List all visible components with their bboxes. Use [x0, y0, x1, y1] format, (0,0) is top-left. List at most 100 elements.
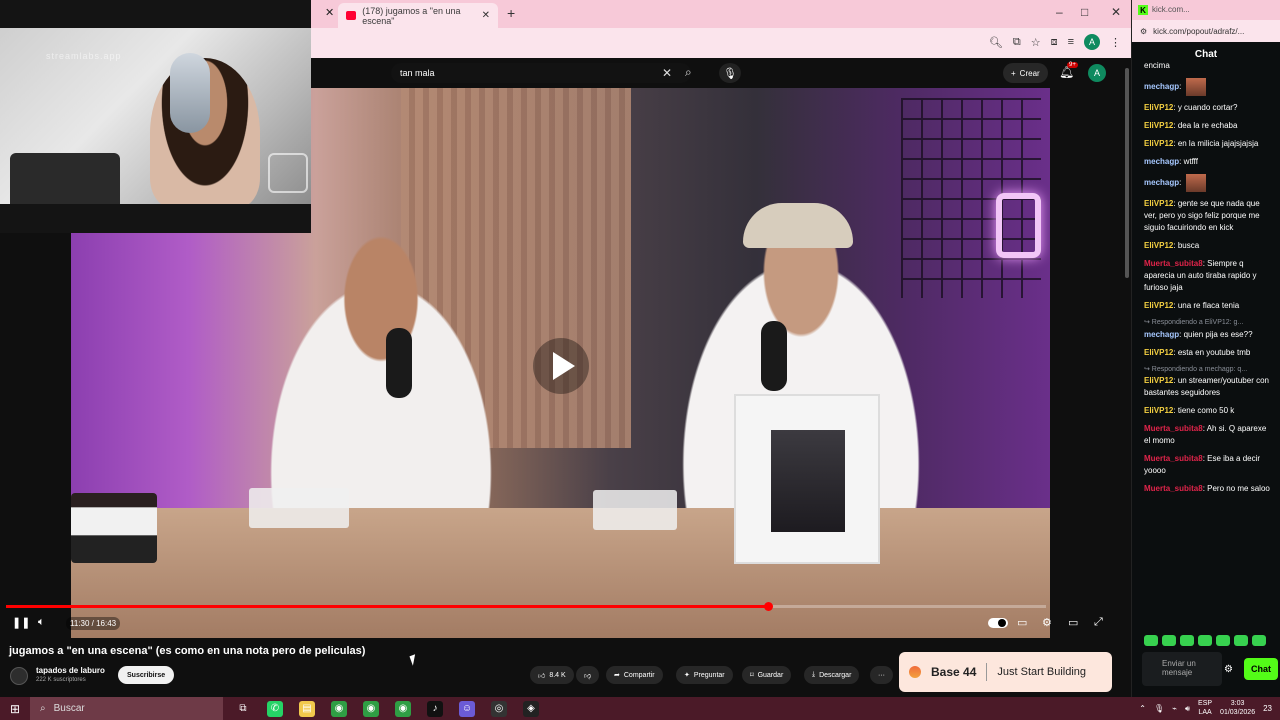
discord-icon[interactable]: ☺ [459, 700, 475, 717]
subtitles-icon[interactable]: ▭ [1017, 616, 1027, 629]
chevron-up-icon[interactable]: ⌃ [1139, 704, 1146, 713]
youtube-avatar[interactable]: A [1088, 64, 1106, 82]
chat-message: ↪ Respondiendo a EliVP12: g... mechagp: q… [1144, 318, 1272, 341]
share-button[interactable]: ➦ Compartir [606, 666, 663, 684]
chat-scrollbar[interactable] [1125, 68, 1129, 278]
channel-subscribers: 222 K suscriptores [36, 677, 86, 683]
search-icon[interactable]: ⌕ [685, 65, 692, 80]
chat-username[interactable]: EliVP12 [1144, 241, 1173, 250]
create-button[interactable]: + Crear [1003, 63, 1048, 83]
emote-icon[interactable] [1144, 635, 1158, 646]
notifications-icon[interactable]: 23 [1263, 704, 1272, 713]
chat-username[interactable]: Muerta_subita8 [1144, 259, 1203, 268]
chat-send-button[interactable]: Chat [1244, 658, 1278, 680]
address-bar[interactable]: 🔍︎ ⧉ ☆ ⧈ ≡ A ⋮ [311, 28, 1131, 58]
chat-message-input[interactable]: Enviar un mensaje [1142, 652, 1222, 686]
chat-username[interactable]: EliVP12 [1144, 139, 1173, 148]
channel-avatar[interactable] [10, 667, 28, 685]
chat-username[interactable]: Muerta_subita8 [1144, 454, 1203, 463]
chat-username[interactable]: EliVP12 [1144, 301, 1173, 310]
browser-menu-icon[interactable]: ⋮ [1110, 36, 1121, 49]
app-icon[interactable]: ◈ [523, 700, 539, 717]
search-input[interactable]: tan mala [391, 63, 691, 83]
chat-reply-context[interactable]: ↪ Respondiendo a EliVP12: g... [1144, 318, 1272, 329]
taskbar-search[interactable]: ⌕ Buscar [30, 697, 223, 720]
chat-username[interactable]: EliVP12 [1144, 376, 1173, 385]
network-icon[interactable]: ⌁ [1172, 704, 1177, 713]
clock[interactable]: 3:03 01/03/2026 [1220, 700, 1255, 717]
file-explorer-icon[interactable]: ▤ [299, 700, 315, 717]
chat-username[interactable]: EliVP12 [1144, 199, 1173, 208]
pause-button[interactable]: ❚❚ [12, 616, 30, 629]
chrome-alt-icon[interactable]: ◉ [395, 700, 411, 717]
chat-text: busca [1177, 241, 1200, 250]
cast-icon[interactable]: ⧉ [1013, 36, 1021, 49]
save-button[interactable]: ⌑ Guardar [742, 666, 792, 684]
media-icon[interactable]: ≡ [1068, 36, 1074, 48]
profile-avatar[interactable]: A [1084, 34, 1100, 50]
clear-search-icon[interactable]: ✕ [662, 66, 672, 80]
play-button[interactable] [533, 338, 589, 394]
download-button[interactable]: ⤓ Descargar [804, 666, 860, 684]
close-tab-icon[interactable]: ✕ [325, 6, 334, 19]
extensions-icon[interactable]: ⧈ [1051, 36, 1058, 49]
emote-icon[interactable] [1198, 635, 1212, 646]
obs-icon[interactable]: ◎ [491, 700, 507, 717]
fullscreen-icon[interactable]: ⤢ [1094, 616, 1103, 629]
voice-search-icon[interactable]: 🎙︎ [719, 63, 741, 83]
tab-close-icon[interactable]: ✕ [482, 10, 490, 21]
chat-reply-context[interactable]: ↪ Respondiendo a mechagp: q... [1144, 365, 1272, 376]
chat-username[interactable]: EliVP12 [1144, 348, 1173, 357]
chat-username[interactable]: mechagp [1144, 82, 1179, 91]
keyboard-language[interactable]: ESP LAA [1198, 700, 1212, 717]
zoom-icon[interactable]: 🔍︎ [989, 36, 1003, 49]
chat-message-list[interactable]: encima mechagp: EliVP12: y cuando cortar?… [1144, 60, 1272, 630]
like-button[interactable]: 👍︎ 8.4 K [530, 666, 574, 684]
task-view-icon[interactable]: ⧉ [235, 701, 251, 717]
more-actions-button[interactable]: ··· [870, 666, 893, 684]
subscribe-button[interactable]: Suscribirse [118, 666, 175, 684]
autoplay-toggle[interactable] [988, 618, 1008, 628]
volume-icon[interactable]: 🔈︎ [38, 616, 45, 629]
chrome-icon[interactable]: ◉ [331, 700, 347, 717]
dislike-button[interactable]: 👎︎ [576, 666, 600, 684]
emote-icon[interactable] [1180, 635, 1194, 646]
chat-username[interactable]: EliVP12 [1144, 103, 1173, 112]
theater-mode-icon[interactable]: ▭ [1068, 616, 1078, 629]
whatsapp-icon[interactable]: ✆ [267, 700, 283, 717]
maximize-button[interactable]: □ [1081, 5, 1088, 19]
chat-text: y cuando cortar? [1177, 103, 1238, 112]
chat-username[interactable]: mechagp [1144, 330, 1179, 339]
emote-icon[interactable] [1162, 635, 1176, 646]
channel-name[interactable]: tapados de laburo [36, 666, 105, 675]
ad-banner[interactable]: Base 44 Just Start Building [899, 652, 1112, 692]
chat-username[interactable]: EliVP12 [1144, 121, 1173, 130]
tiktok-icon[interactable]: ♪ [427, 700, 443, 717]
site-settings-icon[interactable]: ⚙︎ [1140, 27, 1147, 36]
emote-icon[interactable] [1216, 635, 1230, 646]
windows-start-icon[interactable]: ⊞ [0, 697, 30, 720]
settings-gear-icon[interactable]: ⚙︎ [1042, 616, 1052, 629]
minimize-button[interactable]: – [1056, 5, 1063, 19]
chat-username[interactable]: mechagp [1144, 178, 1179, 187]
bookmark-star-icon[interactable]: ☆ [1031, 36, 1041, 49]
chat-username[interactable]: Muerta_subita8 [1144, 484, 1203, 493]
chat-username[interactable]: Muerta_subita8 [1144, 424, 1203, 433]
chat-username[interactable]: EliVP12 [1144, 406, 1173, 415]
chrome-profile-icon[interactable]: ◉ [363, 700, 379, 717]
chat-url-bar[interactable]: ⚙︎ kick.com/popout/adrafz/... [1132, 20, 1280, 42]
progress-bar[interactable] [6, 602, 1046, 611]
volume-icon[interactable]: 🔊︎ [1185, 704, 1190, 714]
chat-settings-icon[interactable]: ⚙︎ [1224, 664, 1233, 675]
more-label: ··· [878, 671, 885, 679]
emote-icon[interactable] [1252, 635, 1266, 646]
emote-icon[interactable] [1234, 635, 1248, 646]
ask-button[interactable]: ✦ Preguntar [676, 666, 733, 684]
mic-icon[interactable]: 🎙︎ [1154, 704, 1164, 713]
tab-youtube[interactable]: (178) jugamos a "en una escena" ✕ [338, 3, 498, 28]
lang-top: ESP [1198, 700, 1213, 708]
chat-username[interactable]: mechagp [1144, 157, 1179, 166]
video-title: jugamos a "en una escena" (es como en un… [9, 645, 366, 657]
close-window-button[interactable]: ✕ [1111, 5, 1121, 19]
new-tab-button[interactable]: + [507, 5, 515, 21]
